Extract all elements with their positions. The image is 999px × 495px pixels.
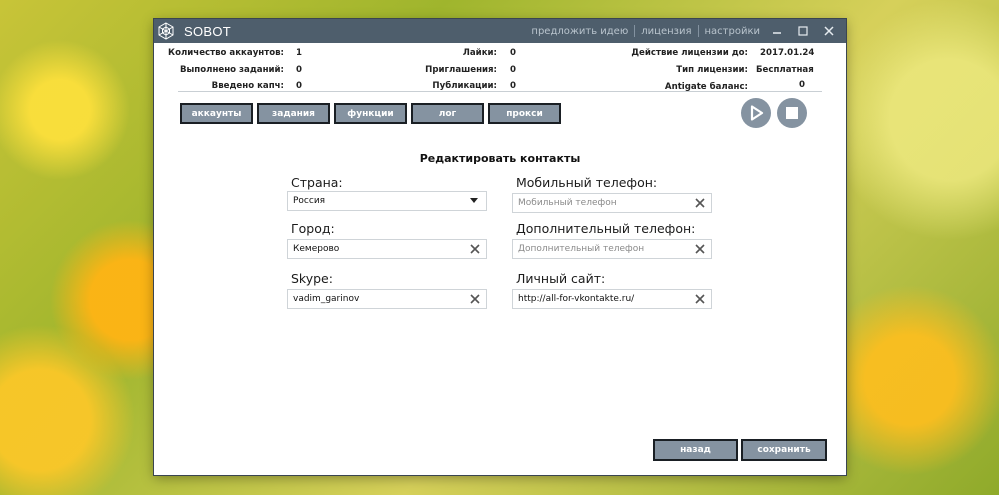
- title-bar[interactable]: SOBOT предложить идею лицензия настройки: [154, 19, 846, 43]
- tab-log[interactable]: лог: [411, 103, 484, 124]
- section-title: Редактировать контакты: [419, 152, 581, 165]
- invites-label: Приглашения:: [425, 65, 497, 75]
- stats-panel: Количество аккаунтов: 1 Выполнено задани…: [154, 43, 846, 93]
- country-value: Россия: [293, 196, 326, 206]
- city-input[interactable]: Кемерово: [287, 239, 487, 259]
- license-until-label: Действие лицензии до:: [631, 48, 748, 58]
- invites-value: 0: [510, 65, 516, 75]
- play-icon: [750, 105, 764, 121]
- stop-button[interactable]: [777, 98, 807, 128]
- captcha-count-label: Введено капч:: [211, 81, 284, 91]
- settings-link[interactable]: настройки: [705, 26, 761, 37]
- back-button[interactable]: назад: [653, 439, 738, 461]
- main-tabs: аккаунты задания функции лог прокси: [180, 103, 561, 124]
- personal-site-label: Личный сайт:: [516, 271, 606, 286]
- accounts-count-label: Количество аккаунтов:: [168, 48, 284, 58]
- captcha-count-value: 0: [296, 81, 302, 91]
- mobile-phone-input[interactable]: Мобильный телефон: [512, 193, 712, 213]
- header-divider: [178, 91, 822, 92]
- clear-icon[interactable]: [467, 291, 483, 307]
- tasks-done-label: Выполнено заданий:: [179, 65, 284, 75]
- country-select[interactable]: Россия: [287, 191, 487, 211]
- tab-functions[interactable]: функции: [334, 103, 407, 124]
- app-window: SOBOT предложить идею лицензия настройки…: [154, 19, 846, 475]
- skype-input[interactable]: vadim_garinov: [287, 289, 487, 309]
- license-type-value: Бесплатная: [756, 65, 814, 75]
- personal-site-value: http://all-for-vkontakte.ru/: [518, 294, 635, 304]
- skype-value: vadim_garinov: [293, 294, 360, 304]
- stop-icon: [786, 107, 798, 119]
- minimize-icon[interactable]: [764, 19, 790, 43]
- skype-label: Skype:: [291, 271, 333, 286]
- antigate-balance-value: 0: [799, 80, 805, 90]
- likes-value: 0: [510, 48, 516, 58]
- app-title: SOBOT: [184, 23, 232, 39]
- menu-divider: [634, 25, 636, 37]
- clear-icon[interactable]: [692, 241, 708, 257]
- tasks-done-value: 0: [296, 65, 302, 75]
- clear-icon[interactable]: [467, 241, 483, 257]
- country-label: Страна:: [291, 175, 343, 190]
- posts-value: 0: [510, 81, 516, 91]
- maximize-icon[interactable]: [790, 19, 816, 43]
- save-button[interactable]: сохранить: [741, 439, 827, 461]
- title-menu: предложить идею лицензия настройки: [531, 19, 760, 43]
- city-value: Кемерово: [293, 244, 340, 254]
- extra-phone-label: Дополнительный телефон:: [516, 221, 696, 236]
- personal-site-input[interactable]: http://all-for-vkontakte.ru/: [512, 289, 712, 309]
- mobile-phone-placeholder: Мобильный телефон: [518, 198, 617, 208]
- window-controls: [764, 19, 842, 43]
- play-button[interactable]: [741, 98, 771, 128]
- clear-icon[interactable]: [692, 291, 708, 307]
- clear-icon[interactable]: [692, 195, 708, 211]
- tab-accounts[interactable]: аккаунты: [180, 103, 253, 124]
- license-type-label: Тип лицензии:: [676, 65, 748, 75]
- license-until-value: 2017.01.24: [760, 48, 815, 58]
- suggest-idea-link[interactable]: предложить идею: [531, 26, 628, 37]
- likes-label: Лайки:: [462, 48, 497, 58]
- posts-label: Публикации:: [432, 81, 497, 91]
- spider-web-logo-icon: [156, 21, 176, 41]
- dropdown-arrow-icon: [468, 195, 480, 207]
- tab-proxy[interactable]: прокси: [488, 103, 561, 124]
- close-icon[interactable]: [816, 19, 842, 43]
- license-link[interactable]: лицензия: [641, 26, 691, 37]
- extra-phone-input[interactable]: Дополнительный телефон: [512, 239, 712, 259]
- menu-divider: [697, 25, 699, 37]
- city-label: Город:: [291, 221, 335, 236]
- tab-tasks[interactable]: задания: [257, 103, 330, 124]
- mobile-phone-label: Мобильный телефон:: [516, 175, 658, 190]
- accounts-count-value: 1: [296, 48, 302, 58]
- extra-phone-placeholder: Дополнительный телефон: [518, 244, 645, 254]
